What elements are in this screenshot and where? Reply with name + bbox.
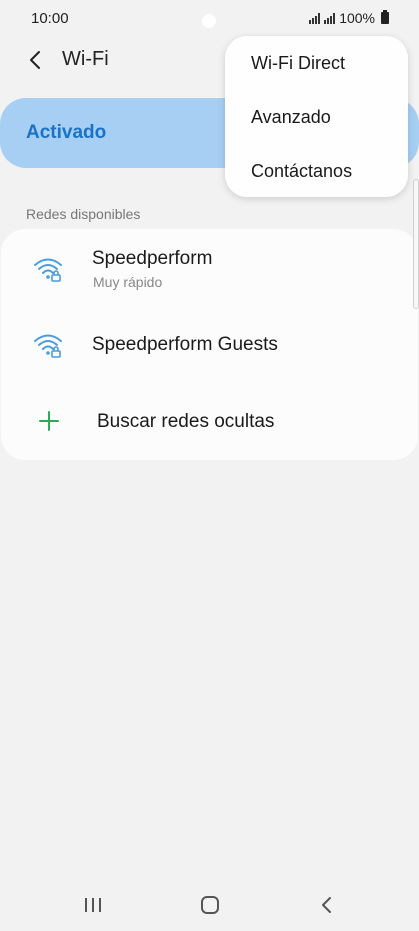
status-bar: 10:00 100%: [0, 0, 419, 36]
network-name: Speedperform Guests: [92, 334, 278, 355]
plus-icon: [39, 411, 59, 431]
overflow-menu: Wi-Fi Direct Avanzado Contáctanos: [225, 36, 408, 197]
networks-list: Speedperform Muy rápido Speedperform Gue…: [1, 229, 418, 460]
wifi-toggle-label: Activado: [26, 122, 107, 143]
signal-icon-2: [324, 12, 336, 24]
nav-bar: [0, 880, 419, 931]
back-icon[interactable]: [24, 48, 48, 72]
camera-cutout: [202, 14, 216, 28]
wifi-lock-icon: [34, 334, 62, 358]
network-item-speedperform[interactable]: Speedperform Muy rápido: [1, 229, 418, 315]
menu-item-contact-us[interactable]: Contáctanos: [251, 161, 352, 182]
network-item-speedperform-guests[interactable]: Speedperform Guests: [1, 315, 418, 389]
add-hidden-network-label: Buscar redes ocultas: [97, 411, 275, 432]
status-time: 10:00: [31, 10, 69, 27]
signal-icon: [309, 12, 321, 24]
network-name: Speedperform: [92, 248, 213, 269]
page-title: Wi-Fi: [62, 48, 109, 70]
section-label-available-networks: Redes disponibles: [26, 206, 141, 222]
home-icon[interactable]: [195, 892, 225, 918]
wifi-lock-icon: [34, 258, 62, 282]
battery-percent: 100%: [339, 10, 375, 26]
recent-apps-icon[interactable]: [78, 892, 108, 918]
menu-item-wifi-direct[interactable]: Wi-Fi Direct: [251, 53, 345, 74]
network-speed: Muy rápido: [93, 274, 163, 290]
scrollbar[interactable]: [413, 179, 419, 309]
battery-icon: [381, 10, 389, 24]
add-hidden-network-button[interactable]: Buscar redes ocultas: [1, 389, 418, 460]
menu-item-advanced[interactable]: Avanzado: [251, 107, 331, 128]
status-indicators: 100%: [309, 10, 389, 26]
back-nav-icon[interactable]: [312, 892, 342, 918]
